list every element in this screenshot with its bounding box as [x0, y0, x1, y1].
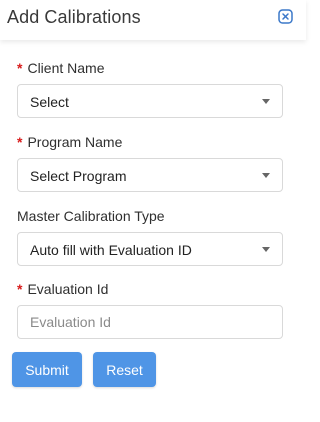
chevron-down-icon	[262, 173, 270, 178]
client-name-select[interactable]: Select	[17, 84, 283, 118]
chevron-down-icon	[262, 99, 270, 104]
reset-button[interactable]: Reset	[93, 352, 156, 387]
required-marker: *	[17, 134, 23, 150]
evaluation-id-input[interactable]	[17, 305, 283, 339]
program-name-label: * Program Name	[17, 134, 123, 150]
dialog-header: Add Calibrations	[0, 0, 306, 40]
chevron-down-icon	[262, 247, 270, 252]
required-marker: *	[17, 281, 23, 297]
client-name-value: Select	[30, 94, 69, 110]
master-calibration-type-select[interactable]: Auto fill with Evaluation ID	[17, 232, 283, 266]
dialog-title: Add Calibrations	[7, 7, 141, 27]
close-icon[interactable]	[278, 9, 293, 24]
program-name-select[interactable]: Select Program	[17, 158, 283, 192]
submit-button[interactable]: Submit	[12, 352, 82, 387]
master-calibration-type-label: Master Calibration Type	[17, 208, 165, 224]
master-calibration-type-value: Auto fill with Evaluation ID	[30, 242, 192, 258]
program-name-value: Select Program	[30, 168, 127, 184]
client-name-label: * Client Name	[17, 60, 105, 76]
evaluation-id-label: * Evaluation Id	[17, 281, 109, 297]
required-marker: *	[17, 60, 23, 76]
